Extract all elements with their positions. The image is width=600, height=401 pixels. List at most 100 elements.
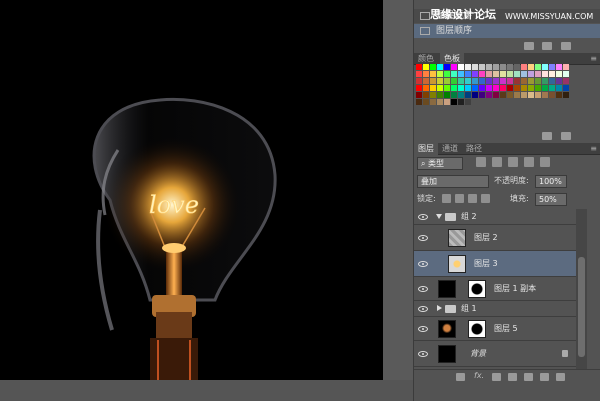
- color-swatch[interactable]: [521, 92, 527, 98]
- color-swatch[interactable]: [514, 78, 520, 84]
- color-swatch[interactable]: [430, 99, 436, 105]
- layer-row-layer-1-copy[interactable]: 图层 1 副本: [414, 277, 587, 301]
- color-swatch[interactable]: [514, 71, 520, 77]
- color-swatch[interactable]: [423, 85, 429, 91]
- scrollbar-thumb[interactable]: [578, 257, 585, 357]
- color-swatch[interactable]: [542, 92, 548, 98]
- new-swatch-icon[interactable]: [542, 132, 552, 140]
- layer-style-fx-icon[interactable]: fx.: [474, 371, 484, 380]
- color-swatch[interactable]: [514, 85, 520, 91]
- color-swatch[interactable]: [556, 71, 562, 77]
- color-swatch[interactable]: [486, 64, 492, 70]
- color-swatch[interactable]: [500, 92, 506, 98]
- color-swatch[interactable]: [465, 78, 471, 84]
- color-swatch[interactable]: [472, 85, 478, 91]
- color-swatch[interactable]: [549, 71, 555, 77]
- tab-layers[interactable]: 图层: [414, 143, 438, 155]
- color-swatch[interactable]: [479, 64, 485, 70]
- color-swatch[interactable]: [535, 92, 541, 98]
- color-swatch[interactable]: [493, 71, 499, 77]
- layer-row-group-2[interactable]: 组 2: [414, 209, 587, 225]
- color-swatch[interactable]: [416, 64, 422, 70]
- color-swatch[interactable]: [472, 64, 478, 70]
- color-swatch[interactable]: [528, 78, 534, 84]
- color-swatch[interactable]: [458, 92, 464, 98]
- color-swatch[interactable]: [458, 85, 464, 91]
- color-swatch[interactable]: [486, 92, 492, 98]
- color-swatch[interactable]: [465, 71, 471, 77]
- color-swatch[interactable]: [423, 78, 429, 84]
- add-mask-icon[interactable]: [492, 373, 501, 381]
- color-swatch[interactable]: [549, 64, 555, 70]
- color-swatch[interactable]: [451, 92, 457, 98]
- layers-scrollbar[interactable]: [576, 209, 587, 369]
- new-group-icon[interactable]: [524, 373, 533, 381]
- color-swatch[interactable]: [556, 64, 562, 70]
- tab-paths[interactable]: 路径: [462, 143, 486, 155]
- color-swatch[interactable]: [451, 78, 457, 84]
- adjustment-filter-icon[interactable]: [492, 157, 502, 167]
- color-swatch[interactable]: [493, 92, 499, 98]
- color-swatch[interactable]: [542, 71, 548, 77]
- color-swatch[interactable]: [507, 92, 513, 98]
- color-swatch[interactable]: [458, 71, 464, 77]
- visibility-eye-icon[interactable]: [418, 351, 428, 357]
- layer-row-group-1[interactable]: 组 1: [414, 301, 587, 317]
- color-swatch[interactable]: [507, 85, 513, 91]
- color-swatch[interactable]: [542, 85, 548, 91]
- color-swatch[interactable]: [437, 64, 443, 70]
- visibility-eye-icon[interactable]: [418, 286, 428, 292]
- color-swatch[interactable]: [493, 78, 499, 84]
- color-swatch[interactable]: [472, 78, 478, 84]
- color-swatch[interactable]: [493, 85, 499, 91]
- color-swatch[interactable]: [542, 64, 548, 70]
- color-swatch[interactable]: [486, 78, 492, 84]
- new-document-from-state-icon[interactable]: [524, 42, 534, 50]
- color-swatch[interactable]: [535, 78, 541, 84]
- visibility-eye-icon[interactable]: [418, 326, 428, 332]
- visibility-eye-icon[interactable]: [418, 235, 428, 241]
- color-swatch[interactable]: [437, 92, 443, 98]
- color-swatch[interactable]: [535, 64, 541, 70]
- color-swatch[interactable]: [444, 78, 450, 84]
- lock-all-icon[interactable]: [481, 194, 490, 203]
- tab-channels[interactable]: 通道: [438, 143, 462, 155]
- panel-menu-icon[interactable]: ≡: [590, 55, 597, 63]
- color-swatch[interactable]: [549, 85, 555, 91]
- color-swatch[interactable]: [514, 92, 520, 98]
- color-swatch[interactable]: [430, 92, 436, 98]
- color-swatch[interactable]: [493, 64, 499, 70]
- color-swatch[interactable]: [514, 64, 520, 70]
- color-swatch[interactable]: [437, 78, 443, 84]
- layer-row-background[interactable]: 背景: [414, 341, 587, 367]
- color-swatch[interactable]: [444, 71, 450, 77]
- new-snapshot-icon[interactable]: [542, 42, 552, 50]
- new-layer-icon[interactable]: [540, 373, 549, 381]
- color-swatch[interactable]: [465, 64, 471, 70]
- link-layers-icon[interactable]: [456, 373, 465, 381]
- layer-row-layer-2[interactable]: 图层 2: [414, 225, 587, 251]
- color-swatch[interactable]: [430, 71, 436, 77]
- color-swatch[interactable]: [563, 78, 569, 84]
- color-swatch[interactable]: [556, 85, 562, 91]
- color-swatch[interactable]: [528, 92, 534, 98]
- color-swatch[interactable]: [437, 71, 443, 77]
- color-swatch[interactable]: [423, 92, 429, 98]
- lock-transparency-icon[interactable]: [442, 194, 451, 203]
- color-swatch[interactable]: [444, 99, 450, 105]
- color-swatch[interactable]: [486, 85, 492, 91]
- color-swatch[interactable]: [528, 71, 534, 77]
- color-swatch[interactable]: [549, 78, 555, 84]
- visibility-eye-icon[interactable]: [418, 306, 428, 312]
- color-swatch[interactable]: [444, 64, 450, 70]
- color-swatch[interactable]: [563, 85, 569, 91]
- trash-icon[interactable]: [556, 373, 565, 381]
- color-swatch[interactable]: [535, 71, 541, 77]
- color-swatch[interactable]: [416, 78, 422, 84]
- color-swatch[interactable]: [458, 78, 464, 84]
- color-swatch[interactable]: [500, 71, 506, 77]
- color-swatch[interactable]: [535, 85, 541, 91]
- color-swatch[interactable]: [542, 78, 548, 84]
- color-swatch[interactable]: [430, 64, 436, 70]
- visibility-eye-icon[interactable]: [418, 214, 428, 220]
